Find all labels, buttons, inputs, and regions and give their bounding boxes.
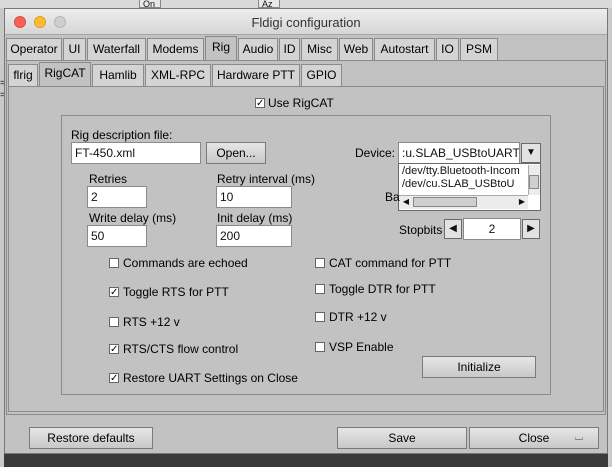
subtab-gpio[interactable]: GPIO — [301, 64, 342, 86]
device-option[interactable]: /dev/cu.SLAB_USBtoU — [402, 178, 528, 190]
subtab-flrig[interactable]: flrig — [8, 64, 38, 86]
tab-autostart[interactable]: Autostart — [374, 38, 435, 60]
stopbits-field[interactable]: 2 — [463, 218, 521, 240]
tab-audio[interactable]: Audio — [238, 38, 278, 60]
device-label: Device: — [355, 146, 396, 160]
save-button[interactable]: Save — [337, 427, 467, 449]
device-dropdown-arrow-icon[interactable]: ▼ — [521, 143, 541, 163]
scroll-left-icon[interactable]: ◀ — [401, 196, 411, 208]
cat-command-ptt-checkbox[interactable] — [315, 258, 325, 268]
toggle-dtr-checkbox[interactable] — [315, 284, 325, 294]
subtab-xml-rpc[interactable]: XML-RPC — [145, 64, 211, 86]
tab-modems[interactable]: Modems — [147, 38, 204, 60]
restore-uart-label: Restore UART Settings on Close — [123, 371, 298, 385]
init-delay-field[interactable]: 200 — [216, 225, 292, 247]
cat-command-ptt-label: CAT command for PTT — [329, 256, 452, 270]
dtr-12v-label: DTR +12 v — [329, 310, 387, 324]
vsp-enable-label: VSP Enable — [329, 340, 394, 354]
scroll-right-icon[interactable]: ▶ — [517, 196, 527, 208]
write-delay-label: Write delay (ms) — [89, 211, 177, 225]
subtab-hardware-ptt[interactable]: Hardware PTT — [212, 64, 300, 86]
tab-web[interactable]: Web — [339, 38, 373, 60]
initialize-button[interactable]: Initialize — [422, 356, 536, 378]
open-rig-file-button[interactable]: Open... — [206, 142, 266, 164]
device-option[interactable]: /dev/tty.Bluetooth-Incom — [402, 165, 528, 177]
rig-description-field[interactable]: FT-450.xml — [71, 142, 201, 164]
rts-cts-flow-checkbox[interactable]: ✓ — [109, 344, 119, 355]
commands-echoed-checkbox[interactable] — [109, 258, 119, 268]
toggle-rts-label: Toggle RTS for PTT — [123, 285, 229, 299]
restore-defaults-button[interactable]: Restore defaults — [29, 427, 153, 449]
rts-cts-flow-label: RTS/CTS flow control — [123, 342, 239, 356]
background-app-strip — [0, 0, 612, 8]
retry-interval-label: Retry interval (ms) — [217, 172, 316, 186]
use-rigcat-label: Use RigCAT — [268, 96, 334, 110]
stopbits-decrease-icon[interactable]: ◀ — [444, 219, 462, 239]
retry-interval-field[interactable]: 10 — [216, 186, 292, 208]
dropdown-vertical-thumb[interactable] — [529, 175, 539, 189]
toggle-rts-checkbox[interactable]: ✓ — [109, 287, 119, 298]
rts-12v-checkbox[interactable] — [109, 317, 119, 327]
background-right-edge — [608, 8, 612, 467]
config-window: Fldigi configuration Operator UI Waterfa… — [4, 8, 608, 454]
tab-waterfall[interactable]: Waterfall — [87, 38, 146, 60]
init-delay-label: Init delay (ms) — [217, 211, 293, 225]
rig-description-label: Rig description file: — [71, 128, 173, 142]
rts-12v-label: RTS +12 v — [123, 315, 180, 329]
restore-uart-checkbox[interactable]: ✓ — [109, 373, 119, 384]
retries-field[interactable]: 2 — [87, 186, 147, 208]
retries-label: Retries — [89, 172, 128, 186]
baud-label-partial: Ba — [385, 190, 400, 204]
background-button-on: On — [139, 0, 161, 8]
tab-misc[interactable]: Misc — [301, 38, 338, 60]
toggle-dtr-label: Toggle DTR for PTT — [329, 282, 436, 296]
title-bar[interactable]: Fldigi configuration — [5, 9, 607, 35]
stopbits-increase-icon[interactable]: ▶ — [522, 219, 540, 239]
window-title: Fldigi configuration — [251, 15, 361, 30]
dropdown-horizontal-thumb[interactable] — [413, 197, 477, 207]
tab-operator[interactable]: Operator — [6, 38, 62, 60]
vsp-enable-checkbox[interactable] — [315, 342, 325, 352]
commands-echoed-label: Commands are echoed — [123, 256, 248, 270]
close-shortcut-icon: ⌴ — [575, 432, 583, 443]
device-select[interactable]: :u.SLAB_USBtoUART — [398, 142, 520, 164]
background-button-az: Az — [258, 0, 280, 8]
stopbits-label: Stopbits — [399, 223, 443, 237]
subtab-rigcat[interactable]: RigCAT — [39, 62, 91, 86]
tab-rig[interactable]: Rig — [205, 36, 237, 60]
write-delay-field[interactable]: 50 — [87, 225, 147, 247]
subtab-hamlib[interactable]: Hamlib — [92, 64, 144, 86]
use-rigcat-checkbox[interactable]: ✓ — [255, 98, 265, 109]
tab-ui[interactable]: UI — [63, 38, 86, 60]
tab-id[interactable]: ID — [279, 38, 300, 60]
tab-io[interactable]: IO — [436, 38, 459, 60]
dtr-12v-checkbox[interactable] — [315, 312, 325, 322]
tab-psm[interactable]: PSM — [460, 38, 498, 60]
